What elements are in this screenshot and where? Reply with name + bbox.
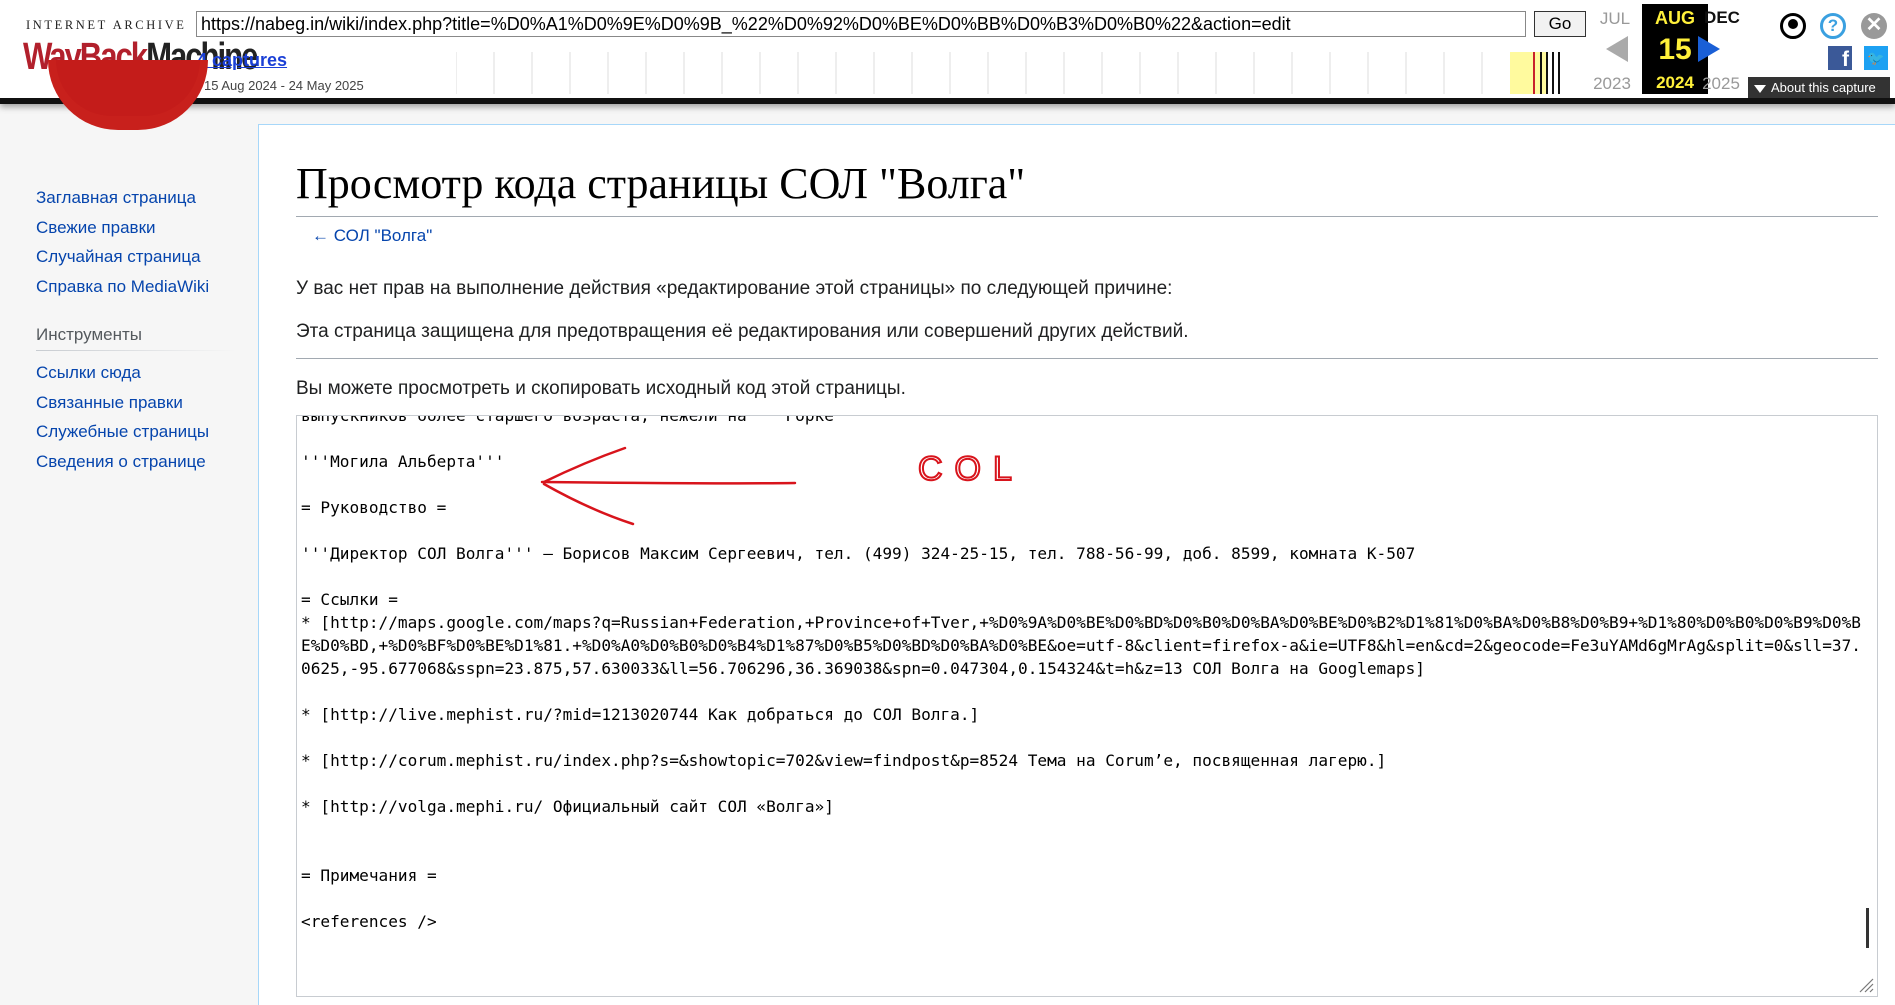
sidebar-item-page-info[interactable]: Сведения о странице [36,452,206,472]
wayback-prev-month: JUL [1599,9,1631,28]
sidebar-item-recent-changes[interactable]: Свежие правки [36,218,156,238]
site-logo[interactable] [48,60,208,130]
next-capture-arrow-icon[interactable] [1698,36,1720,62]
sidebar-item-mediawiki-help[interactable]: Справка по MediaWiki [36,277,209,297]
wayback-next-year: 2025 [1702,74,1740,93]
wayback-toolbar: INTERNET ARCHIVE WayBackMachine Go 4 cap… [0,0,1895,104]
prev-capture-arrow-icon[interactable] [1606,36,1628,62]
about-capture-button[interactable]: About this capture [1748,77,1890,98]
title-divider [296,216,1878,217]
textarea-scrollbar[interactable] [1866,908,1869,948]
no-rights-message: У вас нет прав на выполнение действия «р… [296,278,1173,299]
sparkline-current-year [1510,52,1548,94]
page-title: Просмотр кода страницы СОЛ "Волга" [296,159,1026,208]
wayback-prev-year: 2023 [1593,74,1631,93]
facebook-icon[interactable]: f [1828,46,1852,71]
sidebar-item-special-pages[interactable]: Служебные страницы [36,422,209,442]
sparkline-year-ticks [456,52,1521,94]
wayback-url-input[interactable] [196,11,1526,37]
wayback-captures-link[interactable]: 4 captures [197,50,287,71]
help-icon[interactable]: ? [1820,13,1846,39]
resize-handle-icon[interactable] [1858,977,1874,993]
sidebar-divider [36,350,236,351]
twitter-icon[interactable]: 🐦 [1864,46,1888,70]
wayback-go-button[interactable]: Go [1534,11,1586,37]
wayback-next-month: DEC [1704,8,1740,27]
content-divider [296,358,1878,359]
caret-down-icon [1754,84,1766,93]
close-icon[interactable]: ✕ [1861,13,1887,39]
wayback-date-range: 15 Aug 2024 - 24 May 2025 [204,78,364,93]
back-to-page-link[interactable]: ← СОЛ "Волга" [312,226,432,246]
sidebar-item-main-page[interactable]: Заглавная страница [36,188,196,208]
source-code-text[interactable]: выпускников более старшего возраста, неж… [297,416,1865,933]
source-code-textarea[interactable]: выпускников более старшего возраста, неж… [296,415,1878,997]
sidebar-item-random-page[interactable]: Случайная страница [36,247,201,267]
user-icon[interactable] [1780,13,1806,39]
wayback-capture-sparkline[interactable] [456,52,1564,94]
sidebar-item-related-changes[interactable]: Связанные правки [36,393,183,413]
sidebar-item-what-links-here[interactable]: Ссылки сюда [36,363,141,383]
wayback-logo-top: INTERNET ARCHIVE [26,18,187,32]
view-source-message: Вы можете просмотреть и скопировать исхо… [296,378,906,399]
sidebar-tools-heading: Инструменты [36,325,143,344]
protected-message: Эта страница защищена для предотвращения… [296,321,1189,342]
